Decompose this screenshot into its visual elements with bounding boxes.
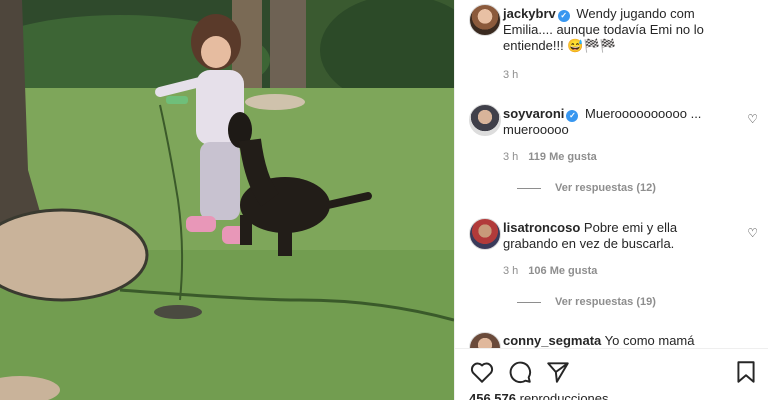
commenter-username[interactable]: lisatroncoso xyxy=(503,220,580,235)
author-username[interactable]: jackybrv xyxy=(503,6,556,21)
replies-divider xyxy=(517,301,541,303)
comments-panel: jackybrv ✓ Wendy jugando com Emilia.... a… xyxy=(454,0,768,400)
comment-likes[interactable]: 119 Me gusta xyxy=(528,151,596,163)
heart-icon[interactable] xyxy=(469,359,495,385)
comment-meta: 3 h 106 Me gusta xyxy=(503,265,597,277)
video-frame xyxy=(0,0,454,400)
views-count: 456.576 reproducciones xyxy=(469,391,609,400)
comment-content: Yo como mamá xyxy=(604,333,695,348)
comment-text: soyvaroni ✓ Mueroooooooooo ... muerooooo xyxy=(503,106,733,138)
action-bar: 456.576 reproducciones xyxy=(455,348,768,400)
comment-likes[interactable]: 106 Me gusta xyxy=(528,265,597,277)
verified-icon: ✓ xyxy=(566,110,579,122)
comment-text: lisatroncoso Pobre emi y ella grabando e… xyxy=(503,220,733,252)
comment-like-heart-icon[interactable]: ♡ xyxy=(747,112,758,126)
comment-icon[interactable] xyxy=(507,359,533,385)
commenter-username[interactable]: conny_segmata xyxy=(503,333,601,348)
commenter-avatar[interactable] xyxy=(469,104,501,136)
replies-divider xyxy=(517,187,541,189)
view-replies-button[interactable]: Ver respuestas (19) xyxy=(517,296,656,308)
share-icon[interactable] xyxy=(545,359,571,385)
commenter-username[interactable]: soyvaroni xyxy=(503,106,564,121)
caption-time: 3 h xyxy=(503,69,519,81)
bookmark-icon[interactable] xyxy=(733,359,759,385)
comment-like-heart-icon[interactable]: ♡ xyxy=(747,226,758,240)
caption-text: jackybrv ✓ Wendy jugando com Emilia.... a… xyxy=(503,6,743,54)
comment-time: 3 h xyxy=(503,265,519,277)
comment-text: conny_segmata Yo como mamá xyxy=(503,333,743,349)
verified-icon: ✓ xyxy=(557,10,570,22)
view-replies-button[interactable]: Ver respuestas (12) xyxy=(517,182,656,194)
comment-time: 3 h xyxy=(503,151,519,163)
commenter-avatar[interactable] xyxy=(469,218,501,250)
comment-meta: 3 h 119 Me gusta xyxy=(503,151,597,163)
author-avatar[interactable] xyxy=(469,4,501,36)
post-video[interactable] xyxy=(0,0,454,400)
